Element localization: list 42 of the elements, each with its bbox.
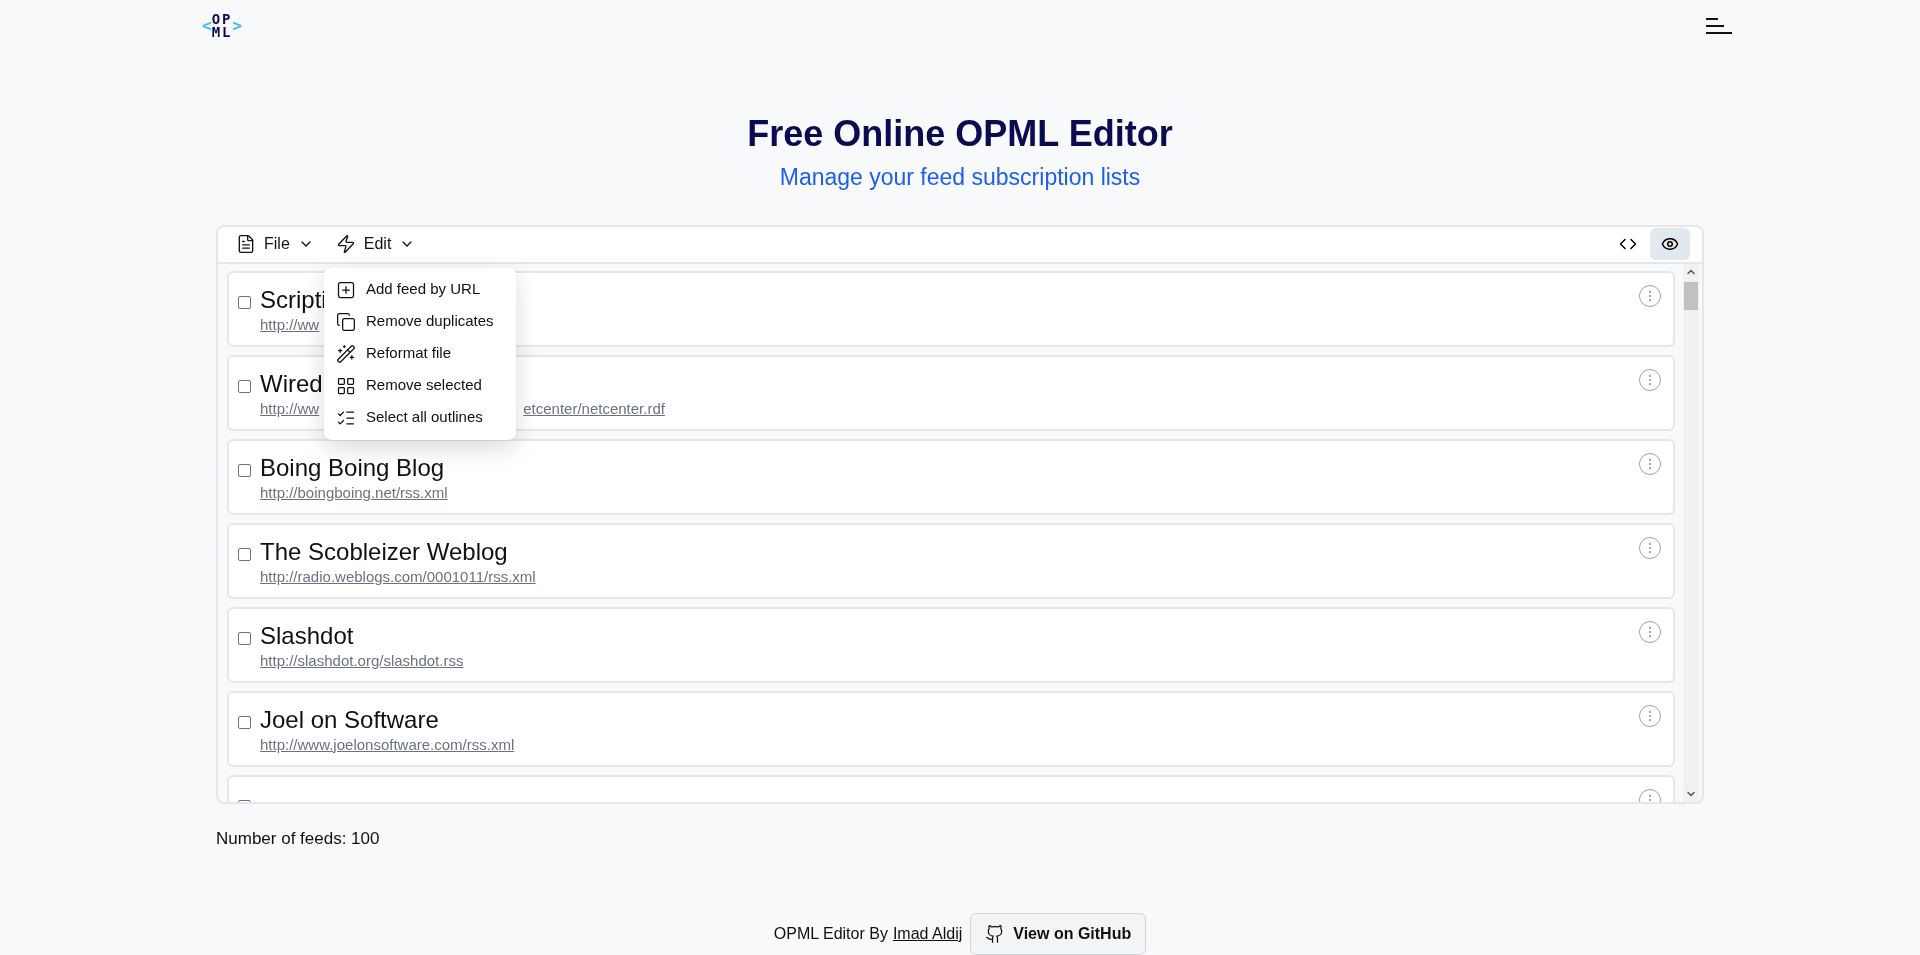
feed-url-link[interactable]: http://slashdot.org/slashdot.rss [260,650,464,671]
feed-url-link[interactable]: http://boingboing.net/rss.xml [260,482,448,503]
feed-title: Boing Boing Blog [260,452,445,483]
checkbox[interactable] [238,379,251,393]
page-title: Free Online OPML Editor [746,111,1174,156]
document-icon [236,234,256,254]
feed-url-link[interactable]: http://ww [260,398,320,419]
menu-item[interactable]: Remove selected [324,369,516,402]
feed-count: Number of feeds: 100 [216,827,381,850]
footer-text: OPML Editor By [773,924,888,944]
lightning-icon [335,234,356,254]
plus-square-icon [336,279,356,300]
checkbox[interactable] [238,295,251,309]
toolbar-menu-button[interactable]: File [230,229,320,259]
scrollbar-thumb[interactable] [1684,281,1698,310]
feed-title: Joel on Software [260,704,439,735]
feed-url-link[interactable]: http://ww [260,314,320,335]
magic-wand-icon [336,343,356,364]
author-link[interactable]: Imad Aldij [892,922,963,946]
menu-item[interactable]: Remove duplicates [324,305,516,338]
copy-icon [336,311,356,332]
grid-icon [336,375,356,396]
checkbox[interactable] [238,463,251,477]
menu-item[interactable]: Reformat file [324,337,516,370]
checkbox[interactable] [238,547,251,561]
eye-icon [1661,235,1679,253]
checkbox[interactable] [238,631,251,645]
feed-title: Scripti [260,284,327,315]
feed-url-link[interactable]: http://www.joelonsoftware.com/rss.xml [260,734,515,755]
feed-url-link[interactable]: etcenter/netcenter.rdf [523,398,665,419]
feed-title: Slashdot [260,620,354,651]
page-subtitle: Manage your feed subscription lists [778,162,1142,191]
github-button[interactable]: View on GitHub [970,913,1147,955]
feed-title: The Scobleizer Weblog [260,536,508,567]
toolbar-menu-button[interactable]: Edit [329,229,422,259]
menu-item[interactable]: Select all outlines [324,401,516,434]
preview-button[interactable] [1650,228,1690,260]
feed-url-link[interactable]: http://radio.weblogs.com/0001011/rss.xml [260,566,536,587]
feed-title: Wired [260,368,323,399]
menu-item[interactable]: Add feed by URL [324,273,516,306]
menu-icon[interactable] [1706,17,1733,34]
checkbox[interactable] [238,715,251,729]
